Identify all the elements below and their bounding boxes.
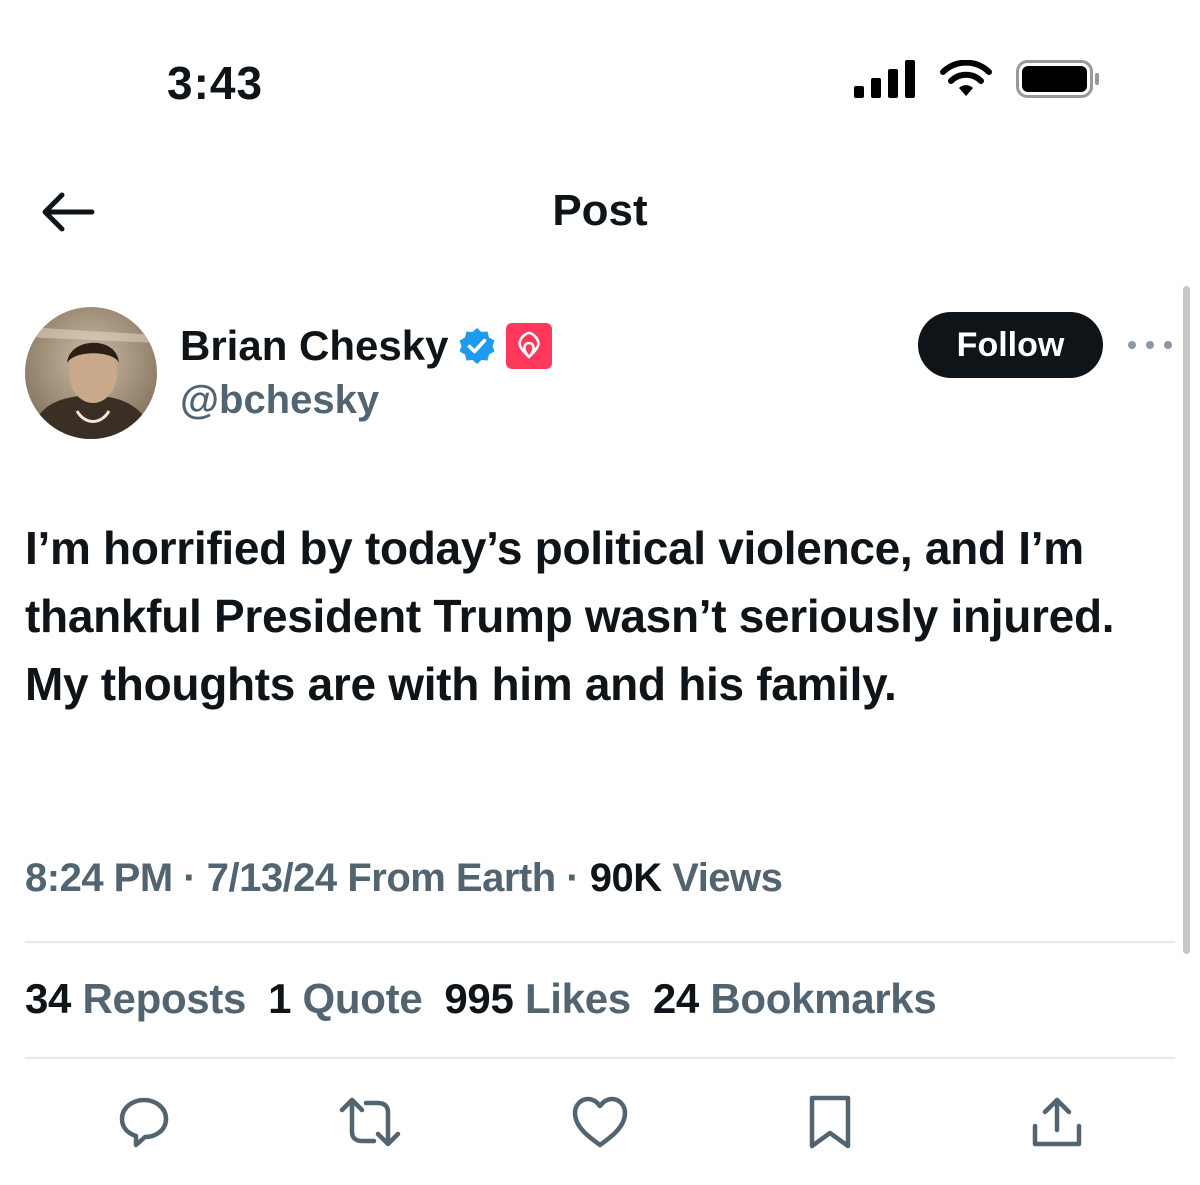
post-date[interactable]: 7/13/24	[207, 856, 337, 900]
share-icon	[1032, 1097, 1082, 1147]
repost-button[interactable]	[338, 1090, 402, 1154]
post-meta: 8:24 PM · 7/13/24 From Earth · 90K Views	[25, 856, 783, 901]
cellular-signal-icon	[854, 60, 915, 98]
more-dot	[1128, 341, 1136, 349]
verified-badge-icon[interactable]	[458, 327, 496, 365]
like-button[interactable]	[568, 1090, 632, 1154]
stat-count: 1	[268, 975, 292, 1022]
meta-separator: ·	[172, 856, 207, 900]
views-count[interactable]: 90K	[590, 856, 662, 900]
post-text: I’m horrified by today’s political viole…	[25, 522, 1115, 710]
stat-count: 995	[444, 975, 514, 1022]
divider	[25, 941, 1175, 943]
avatar-photo	[25, 307, 157, 439]
avatar[interactable]	[25, 307, 157, 439]
views-label[interactable]: Views	[672, 856, 783, 900]
affiliate-badge[interactable]	[506, 323, 553, 369]
reply-icon	[119, 1097, 169, 1148]
post-source: From Earth	[347, 856, 556, 900]
author-name-text: Brian Chesky	[180, 322, 449, 369]
status-time: 3:43	[167, 57, 264, 109]
divider	[25, 1057, 1175, 1059]
wifi-icon	[940, 60, 992, 96]
more-icon[interactable]	[1128, 332, 1172, 358]
stat-label: Reposts	[82, 975, 247, 1022]
meta-separator: ·	[555, 856, 590, 900]
like-icon	[572, 1096, 628, 1148]
reply-button[interactable]	[112, 1090, 176, 1154]
post-time[interactable]: 8:24 PM	[25, 856, 173, 900]
author-name[interactable]: Brian Chesky	[180, 322, 553, 370]
stat-label: Quote	[302, 975, 423, 1022]
follow-button[interactable]: Follow	[918, 312, 1103, 378]
battery-icon	[1016, 60, 1099, 98]
airbnb-logo-icon	[518, 331, 541, 359]
stat-label: Likes	[524, 975, 631, 1022]
bookmark-button[interactable]	[798, 1090, 862, 1154]
screen: 3:43 Post Brian Chesky @bchesky Follow I…	[0, 0, 1200, 1185]
stat-quotes[interactable]: 1 Quote	[268, 975, 423, 1023]
stat-bookmarks[interactable]: 24 Bookmarks	[653, 975, 937, 1023]
status-icons	[854, 60, 1100, 98]
stat-label: Bookmarks	[710, 975, 937, 1022]
repost-icon	[339, 1097, 401, 1147]
bookmark-icon	[809, 1095, 851, 1149]
post-stats: 34 Reposts 1 Quote 995 Likes 24 Bookmark…	[25, 975, 937, 1023]
stat-likes[interactable]: 995 Likes	[444, 975, 631, 1023]
stat-count: 34	[25, 975, 72, 1022]
stat-reposts[interactable]: 34 Reposts	[25, 975, 246, 1023]
page-title: Post	[552, 186, 648, 235]
more-dot	[1146, 341, 1154, 349]
share-button[interactable]	[1025, 1090, 1089, 1154]
stat-count: 24	[652, 975, 699, 1022]
scrollbar[interactable]	[1183, 286, 1190, 954]
more-dot	[1164, 341, 1172, 349]
author-handle[interactable]: @bchesky	[180, 378, 379, 423]
